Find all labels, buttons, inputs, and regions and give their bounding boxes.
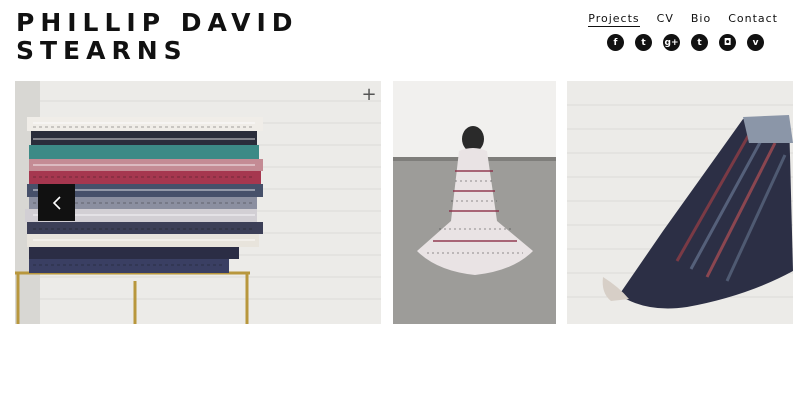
chevron-left-icon: [52, 195, 61, 210]
site-logo[interactable]: PHILLIP DAVID STEARNS: [16, 9, 299, 65]
vimeo-icon[interactable]: v: [747, 34, 764, 51]
wrapped-figure-photo: [393, 81, 556, 324]
gallery-image-striped-blanket[interactable]: [567, 81, 793, 324]
instagram-icon[interactable]: ◘: [719, 34, 736, 51]
twitter-icon[interactable]: t: [635, 34, 652, 51]
main-nav: Projects CV Bio Contact: [588, 12, 778, 27]
previous-slide-button[interactable]: [38, 184, 75, 221]
google-plus-icon[interactable]: g+: [663, 34, 680, 51]
site-title-line1: PHILLIP DAVID: [16, 8, 299, 37]
nav-projects[interactable]: Projects: [588, 12, 640, 27]
nav-cv[interactable]: CV: [657, 12, 674, 27]
facebook-icon[interactable]: f: [607, 34, 624, 51]
gallery-image-wrapped-figure[interactable]: [393, 81, 556, 324]
nav-contact[interactable]: Contact: [728, 12, 778, 27]
striped-blanket-photo: [567, 81, 793, 324]
tumblr-icon[interactable]: t: [691, 34, 708, 51]
site-title-line2: STEARNS: [16, 36, 188, 65]
social-links: f t g+ t ◘ v: [607, 34, 764, 51]
nav-bio[interactable]: Bio: [691, 12, 711, 27]
expand-button[interactable]: +: [361, 86, 377, 104]
